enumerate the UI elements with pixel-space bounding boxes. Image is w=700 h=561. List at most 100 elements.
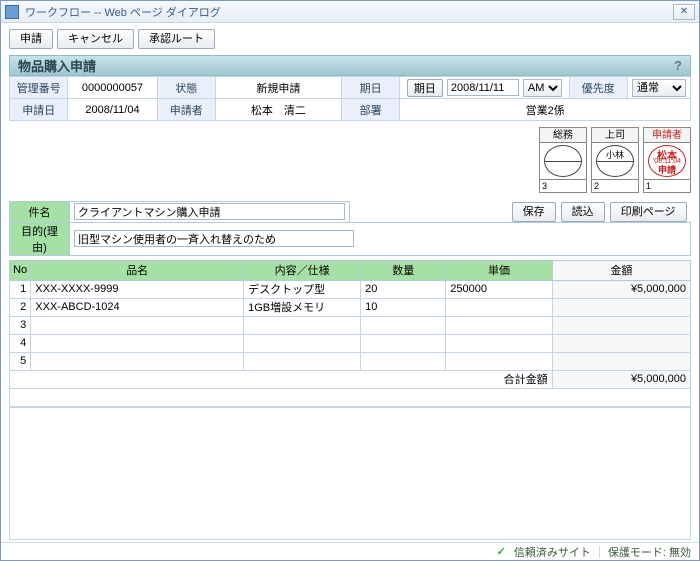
stamps: 総務 3 上司 小林 2 申請者 松本 '08.11.04 申請 1 (9, 127, 691, 193)
cell-no: 5 (10, 352, 31, 370)
cell-qty[interactable]: 20 (361, 280, 446, 298)
print-button[interactable]: 印刷ページ (610, 202, 687, 222)
col-spec: 内容／仕様 (244, 260, 361, 280)
stamp-soumu: 総務 3 (539, 127, 587, 193)
stamp-header: 上司 (592, 128, 638, 143)
stamp-num: 3 (540, 179, 586, 192)
apply-date: 2008/11/04 (68, 99, 157, 121)
separator-row (10, 388, 691, 406)
date-input[interactable] (447, 79, 519, 96)
col-qty: 数量 (361, 260, 446, 280)
date-label: 期日 (341, 77, 399, 99)
stamp-boss: 上司 小林 2 (591, 127, 639, 193)
info-table: 管理番号 0000000057 状態 新規申請 期日 期日 AM 優先度 通常 (9, 76, 691, 121)
mgmt-no-label: 管理番号 (10, 77, 68, 99)
cell-name[interactable] (31, 334, 244, 352)
cell-no: 1 (10, 280, 31, 298)
content: 申請 キャンセル 承認ルート 物品購入申請 ? 管理番号 0000000057 … (1, 23, 699, 542)
cell-price[interactable] (446, 298, 552, 316)
items-table: No 品名 内容／仕様 数量 単価 金額 1XXX-XXXX-9999デスクトッ… (9, 260, 691, 407)
apply-button[interactable]: 申請 (9, 29, 53, 49)
col-no: No (10, 260, 31, 280)
cell-amount: ¥5,000,000 (552, 280, 690, 298)
cell-price[interactable] (446, 352, 552, 370)
stamp-num: 1 (644, 179, 690, 192)
route-button[interactable]: 承認ルート (138, 29, 215, 49)
app-icon (5, 5, 19, 19)
stamp-header: 総務 (540, 128, 586, 143)
help-icon[interactable]: ? (674, 58, 682, 73)
priority-label: 優先度 (569, 77, 627, 99)
status-label: 状態 (157, 77, 215, 99)
toolbar: 申請 キャンセル 承認ルート (9, 29, 691, 49)
table-row[interactable]: 3 (10, 316, 691, 334)
cell-amount (552, 316, 690, 334)
stamp-applicant: 申請者 松本 '08.11.04 申請 1 (643, 127, 691, 193)
mgmt-no: 0000000057 (68, 77, 157, 99)
cell-amount (552, 334, 690, 352)
cell-spec[interactable]: デスクトップ型 (244, 280, 361, 298)
priority-select[interactable]: 通常 (632, 79, 686, 97)
cell-no: 4 (10, 334, 31, 352)
cell-name[interactable]: XXX-ABCD-1024 (31, 298, 244, 316)
cell-price[interactable] (446, 334, 552, 352)
cell-spec[interactable] (244, 352, 361, 370)
col-price: 単価 (446, 260, 552, 280)
cell-name[interactable]: XXX-XXXX-9999 (31, 280, 244, 298)
check-icon: ✓ (497, 545, 506, 558)
save-button[interactable]: 保存 (512, 202, 556, 222)
stamp-circle: 小林 (596, 145, 634, 177)
applicant: 松本 清二 (215, 99, 341, 121)
title-bar: ワークフロー -- Web ページ ダイアログ ✕ (1, 1, 699, 23)
cell-price[interactable]: 250000 (446, 280, 552, 298)
dept-label: 部署 (341, 99, 399, 121)
cell-qty[interactable]: 10 (361, 298, 446, 316)
dialog-window: ワークフロー -- Web ページ ダイアログ ✕ 申請 キャンセル 承認ルート… (0, 0, 700, 561)
cell-no: 3 (10, 316, 31, 334)
status: 新規申請 (215, 77, 341, 99)
col-name: 品名 (31, 260, 244, 280)
page-title: 物品購入申請 (18, 56, 96, 75)
cell-name[interactable] (31, 316, 244, 334)
cancel-button[interactable]: キャンセル (57, 29, 134, 49)
load-button[interactable]: 読込 (561, 202, 605, 222)
table-row[interactable]: 5 (10, 352, 691, 370)
cell-amount (552, 352, 690, 370)
cell-spec[interactable] (244, 316, 361, 334)
subject-table: 件名 保存 読込 印刷ページ 目的(理由) (9, 201, 691, 256)
cell-spec[interactable] (244, 334, 361, 352)
status-bar: ✓ 信頼済みサイト 保護モード: 無効 (1, 542, 699, 560)
subject-label: 件名 (10, 202, 70, 223)
total-label: 合計金額 (10, 370, 553, 388)
stamp-circle-red: 松本 '08.11.04 申請 (648, 145, 686, 177)
cell-qty[interactable] (361, 334, 446, 352)
date-button[interactable]: 期日 (407, 79, 443, 97)
apply-date-label: 申請日 (10, 99, 68, 121)
window-title: ワークフロー -- Web ページ ダイアログ (25, 4, 673, 20)
cell-qty[interactable] (361, 352, 446, 370)
cell-no: 2 (10, 298, 31, 316)
close-icon[interactable]: ✕ (673, 4, 695, 20)
table-row[interactable]: 1XXX-XXXX-9999デスクトップ型20250000¥5,000,000 (10, 280, 691, 298)
purpose-label: 目的(理由) (10, 222, 70, 255)
cell-spec[interactable]: 1GB増設メモリ (244, 298, 361, 316)
stamp-circle (544, 145, 582, 177)
stamp-header: 申請者 (644, 128, 690, 143)
memo-area[interactable] (9, 407, 691, 541)
table-row[interactable]: 4 (10, 334, 691, 352)
table-row[interactable]: 2XXX-ABCD-10241GB増設メモリ10 (10, 298, 691, 316)
divider (599, 546, 600, 558)
purpose-input[interactable] (74, 230, 354, 247)
stamp-num: 2 (592, 179, 638, 192)
cell-qty[interactable] (361, 316, 446, 334)
priority-cell: 通常 (627, 77, 690, 99)
cell-name[interactable] (31, 352, 244, 370)
cell-price[interactable] (446, 316, 552, 334)
dept: 営業2係 (400, 99, 691, 121)
protect-mode: 保護モード: 無効 (608, 544, 691, 560)
applicant-label: 申請者 (157, 99, 215, 121)
col-amount: 金額 (552, 260, 690, 280)
trusted-site: 信頼済みサイト (514, 544, 591, 560)
subject-input[interactable] (74, 203, 345, 220)
ampm-select[interactable]: AM (523, 79, 562, 97)
